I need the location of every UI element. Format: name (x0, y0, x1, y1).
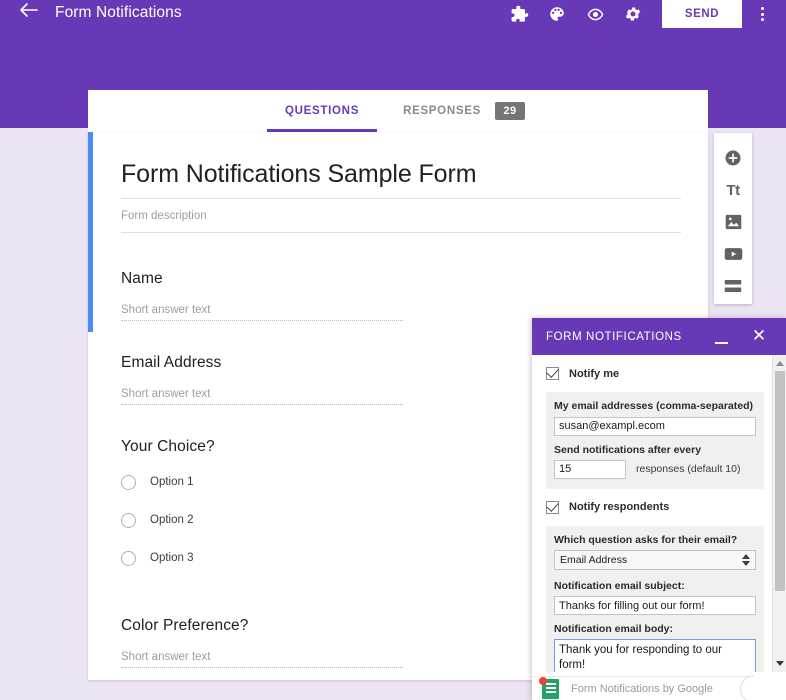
radio-circle-icon[interactable] (121, 474, 136, 490)
back-arrow-icon[interactable] (14, 2, 42, 24)
email-addresses-input[interactable] (554, 416, 756, 436)
frequency-input[interactable] (554, 459, 626, 479)
add-video-icon[interactable] (714, 238, 752, 270)
notify-respondents-panel: Which question asks for their email? Ema… (546, 525, 764, 672)
add-ons-puzzle-icon[interactable] (500, 0, 538, 28)
question-title: Name (121, 270, 163, 287)
theme-palette-icon[interactable] (538, 0, 576, 28)
preview-eye-icon[interactable] (576, 0, 614, 28)
frequency-suffix: responses (default 10) (636, 463, 741, 475)
body-label: Notification email body: (554, 623, 674, 635)
add-title-icon[interactable]: Tt (714, 174, 752, 206)
tab-responses[interactable]: RESPONSES 29 (399, 90, 529, 132)
addon-status-text: Form Notifications by Google (571, 682, 713, 695)
email-question-select[interactable]: Email Address (554, 549, 756, 570)
short-answer-placeholder[interactable]: Short answer text (121, 651, 403, 668)
notify-me-panel: My email addresses (comma-separated) Sen… (546, 392, 764, 489)
tab-questions[interactable]: QUESTIONS (267, 90, 378, 132)
app-root: Form Notifications SEND QUESTIONS RESPON… (0, 0, 786, 700)
top-bar-actions: SEND (500, 0, 776, 28)
more-vertical-icon[interactable] (748, 0, 776, 28)
close-icon[interactable]: ✕ (748, 326, 770, 346)
dialog-header[interactable]: FORM NOTIFICATIONS ✕ (532, 318, 786, 355)
short-answer-placeholder[interactable]: Short answer text (121, 388, 403, 405)
frequency-row: responses (default 10) (554, 459, 756, 479)
email-addresses-label: My email addresses (comma-separated) (554, 400, 754, 412)
add-section-icon[interactable] (714, 270, 752, 302)
short-answer-placeholder[interactable]: Short answer text (121, 304, 403, 321)
send-button[interactable]: SEND (662, 0, 742, 28)
settings-gear-icon[interactable] (614, 0, 652, 28)
tab-card: QUESTIONS RESPONSES 29 (88, 90, 708, 132)
scrollbar-thumb[interactable] (775, 371, 785, 591)
add-title-glyph: Tt (726, 181, 740, 199)
document-title[interactable]: Form Notifications (55, 2, 182, 24)
add-image-icon[interactable] (714, 206, 752, 238)
notify-me-checkbox[interactable] (546, 367, 559, 380)
notify-me-checkbox-row[interactable]: Notify me (546, 367, 764, 380)
subject-label: Notification email subject: (554, 579, 685, 592)
tab-bar: QUESTIONS RESPONSES 29 (88, 90, 708, 132)
notify-respondents-checkbox[interactable] (546, 500, 559, 514)
option-label: Option 3 (150, 552, 194, 564)
radio-circle-icon[interactable] (121, 512, 136, 528)
addon-status-bar: Form Notifications by Google (532, 675, 754, 700)
question-name[interactable]: Name Short answer text (121, 270, 681, 321)
form-title[interactable]: Form Notifications Sample Form (121, 160, 681, 199)
option-label: Option 1 (150, 476, 194, 488)
dialog-scrollbar[interactable] (772, 355, 786, 672)
email-question-selected-value: Email Address (560, 553, 628, 566)
form-description-placeholder[interactable]: Form description (121, 210, 681, 233)
form-editor-toolbar: Tt (714, 133, 752, 304)
notify-me-label: Notify me (569, 367, 620, 380)
notify-respondents-checkbox-row[interactable]: Notify respondents (546, 500, 764, 514)
form-accent-bar (88, 132, 93, 332)
notify-respondents-label: Notify respondents (569, 501, 670, 513)
minimize-icon[interactable] (710, 327, 732, 347)
email-question-label: Which question asks for their email? (554, 533, 738, 546)
select-stepper-icon (742, 553, 750, 566)
option-label: Option 2 (150, 514, 194, 526)
tab-questions-label: QUESTIONS (285, 105, 360, 117)
responses-count-badge: 29 (494, 102, 525, 120)
form-notifications-dialog: FORM NOTIFICATIONS ✕ Notify me My email … (532, 318, 786, 700)
subject-input[interactable] (554, 596, 756, 615)
google-sheets-icon (539, 676, 559, 699)
scroll-up-arrow-icon[interactable] (776, 361, 784, 366)
tab-responses-label: RESPONSES (403, 105, 481, 117)
dialog-body: Notify me My email addresses (comma-sepa… (532, 355, 786, 672)
status-bar-handle[interactable] (740, 675, 754, 700)
scroll-down-arrow-icon[interactable] (776, 661, 784, 666)
frequency-label: Send notifications after every (554, 443, 702, 456)
radio-circle-icon[interactable] (121, 550, 136, 566)
add-question-icon[interactable] (714, 142, 752, 174)
body-textarea[interactable]: Thank you for responding to our form! (554, 639, 756, 672)
dialog-title: FORM NOTIFICATIONS (546, 330, 682, 343)
